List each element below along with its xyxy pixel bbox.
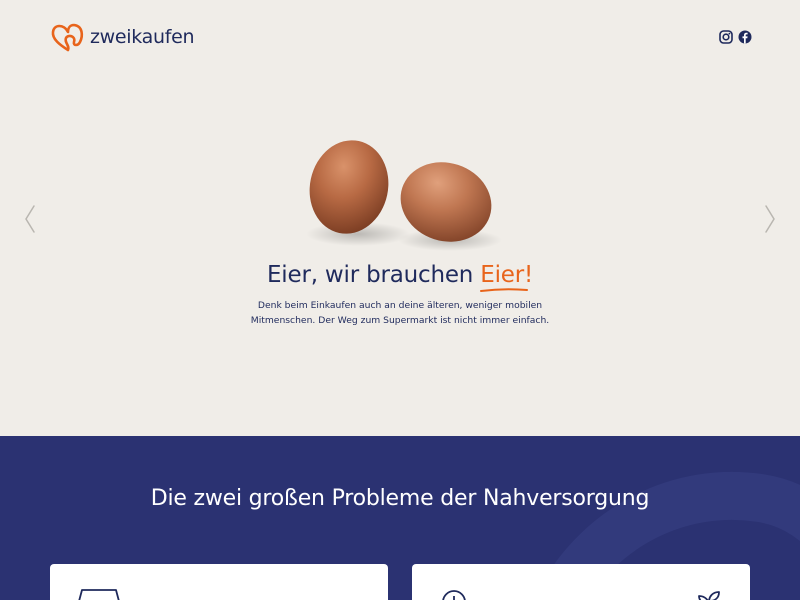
eggs-image [306,140,502,251]
hero-headline: Eier, wir brauchen Eier! [0,262,800,292]
logo-link[interactable]: zweikaufen [50,22,195,52]
problem-card-2[interactable] [412,564,750,600]
social-links [719,29,752,44]
hero-slider: zweikaufen Eier, wir brauchen Eier! Denk… [0,0,800,436]
plant-icon [698,591,720,600]
instagram-icon[interactable] [719,29,733,44]
problem-card-1[interactable] [50,564,388,600]
chevron-right-icon[interactable] [762,203,778,235]
problems-section: Die zwei großen Probleme der Nahversorgu… [0,436,800,600]
brand-name: zweikaufen [90,26,195,48]
headline-text: Eier, wir brauchen [266,262,481,288]
headline-accent: Eier! [480,262,533,292]
heart-logo-icon [51,23,84,52]
hero-description: Denk beim Einkaufen auch an deine ältere… [250,300,550,326]
chevron-left-icon[interactable] [22,203,38,235]
section-title: Die zwei großen Probleme der Nahversorgu… [150,486,650,511]
basket-icon [78,589,120,600]
facebook-icon[interactable] [738,29,752,44]
clock-icon [442,590,466,600]
